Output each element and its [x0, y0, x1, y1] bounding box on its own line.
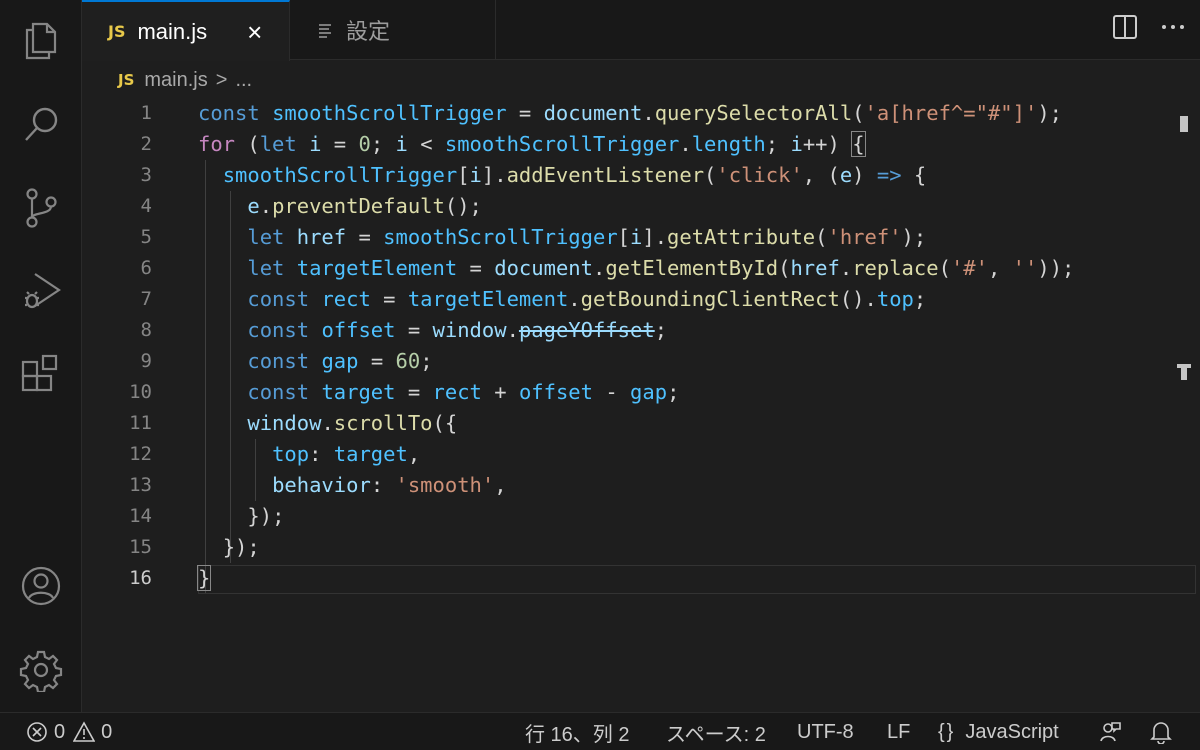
js-file-icon: JS [108, 22, 126, 41]
code-text[interactable]: window.scrollTo({ [198, 408, 457, 439]
split-editor-icon[interactable] [1112, 14, 1138, 40]
chevron-right-icon: > [215, 68, 228, 91]
language-label: JavaScript [965, 720, 1059, 743]
line-number: 3 [140, 164, 152, 186]
code-text[interactable]: const smoothScrollTrigger = document.que… [198, 98, 1062, 129]
warning-icon [73, 721, 96, 743]
line-number: 9 [140, 350, 152, 372]
line-number: 5 [140, 226, 152, 248]
code-editor[interactable]: 1 const smoothScrollTrigger = document.qu… [82, 98, 1200, 712]
code-text[interactable]: e.preventDefault(); [198, 191, 482, 222]
source-control-icon[interactable] [17, 184, 65, 232]
code-text[interactable]: const offset = window.pageYOffset; [198, 315, 667, 346]
line-number: 11 [129, 412, 152, 434]
code-text[interactable]: const target = rect + offset - gap; [198, 377, 679, 408]
settings-gear-icon[interactable] [17, 646, 65, 694]
scrollbar-marker [1181, 364, 1187, 380]
activity-bar [0, 0, 82, 712]
breadcrumb[interactable]: JS main.js > ... [118, 66, 252, 94]
cursor-position[interactable]: 行 16、列 2 [525, 713, 629, 750]
braces-icon: {} [938, 720, 956, 743]
line-number: 12 [129, 443, 152, 465]
tab-settings[interactable]: 設定 [290, 0, 496, 60]
tab-label: 設定 [346, 19, 391, 44]
problems-status[interactable]: 0 0 [26, 713, 112, 750]
warning-count: 0 [101, 720, 113, 743]
search-icon[interactable] [17, 100, 65, 148]
code-text[interactable]: }); [198, 532, 260, 563]
error-icon [26, 721, 48, 743]
breadcrumb-more[interactable]: ... [235, 69, 252, 92]
line-number: 13 [129, 474, 152, 496]
feedback-icon[interactable] [1098, 713, 1122, 750]
error-count: 0 [54, 720, 66, 743]
run-debug-icon[interactable] [17, 266, 65, 314]
bell-icon[interactable] [1150, 713, 1172, 750]
indentation-status[interactable]: スペース: 2 [666, 713, 766, 750]
status-bar: 0 0 行 16、列 2 スペース: 2 UTF-8 LF {} JavaScr… [0, 712, 1200, 750]
line-number: 4 [140, 195, 152, 217]
code-text[interactable]: const gap = 60; [198, 346, 432, 377]
code-text[interactable]: let href = smoothScrollTrigger[i].getAtt… [198, 222, 926, 253]
current-line-highlight [198, 565, 1196, 594]
line-number: 8 [140, 319, 152, 341]
line-number: 14 [129, 505, 152, 527]
code-text[interactable]: }); [198, 501, 284, 532]
vscode-window: JS main.js × 設定 JS main.js > ... 1 const… [0, 0, 1200, 750]
tab-main-js[interactable]: JS main.js × [82, 0, 290, 61]
more-actions-icon[interactable] [1160, 14, 1186, 40]
code-text[interactable]: const rect = targetElement.getBoundingCl… [198, 284, 926, 315]
line-number: 7 [140, 288, 152, 310]
code-text[interactable]: behavior: 'smooth', [198, 470, 507, 501]
line-number: 15 [129, 536, 152, 558]
tab-label: main.js [137, 18, 208, 44]
code-text[interactable]: let targetElement = document.getElementB… [198, 253, 1074, 284]
line-number: 2 [140, 133, 152, 155]
settings-list-icon [318, 22, 334, 38]
tab-bar: JS main.js × 設定 [82, 0, 1200, 61]
breadcrumb-file[interactable]: main.js [144, 69, 207, 92]
account-icon[interactable] [17, 562, 65, 610]
close-tab-button[interactable]: × [247, 19, 262, 45]
line-number: 10 [129, 381, 152, 403]
line-number: 6 [140, 257, 152, 279]
code-text[interactable]: smoothScrollTrigger[i].addEventListener(… [198, 160, 927, 191]
extensions-icon[interactable] [17, 350, 65, 398]
line-number: 16 [129, 567, 152, 589]
scrollbar-marker[interactable] [1180, 116, 1188, 132]
code-text[interactable]: for (let i = 0; i < smoothScrollTrigger.… [198, 129, 866, 160]
eol-status[interactable]: LF [887, 713, 910, 750]
encoding-status[interactable]: UTF-8 [797, 713, 854, 750]
files-icon[interactable] [17, 16, 65, 64]
code-text[interactable]: } [196, 563, 212, 594]
code-text[interactable]: top: target, [198, 439, 420, 470]
language-mode[interactable]: {} JavaScript [938, 713, 1059, 750]
js-file-icon: JS [118, 71, 135, 89]
line-number: 1 [140, 102, 152, 124]
